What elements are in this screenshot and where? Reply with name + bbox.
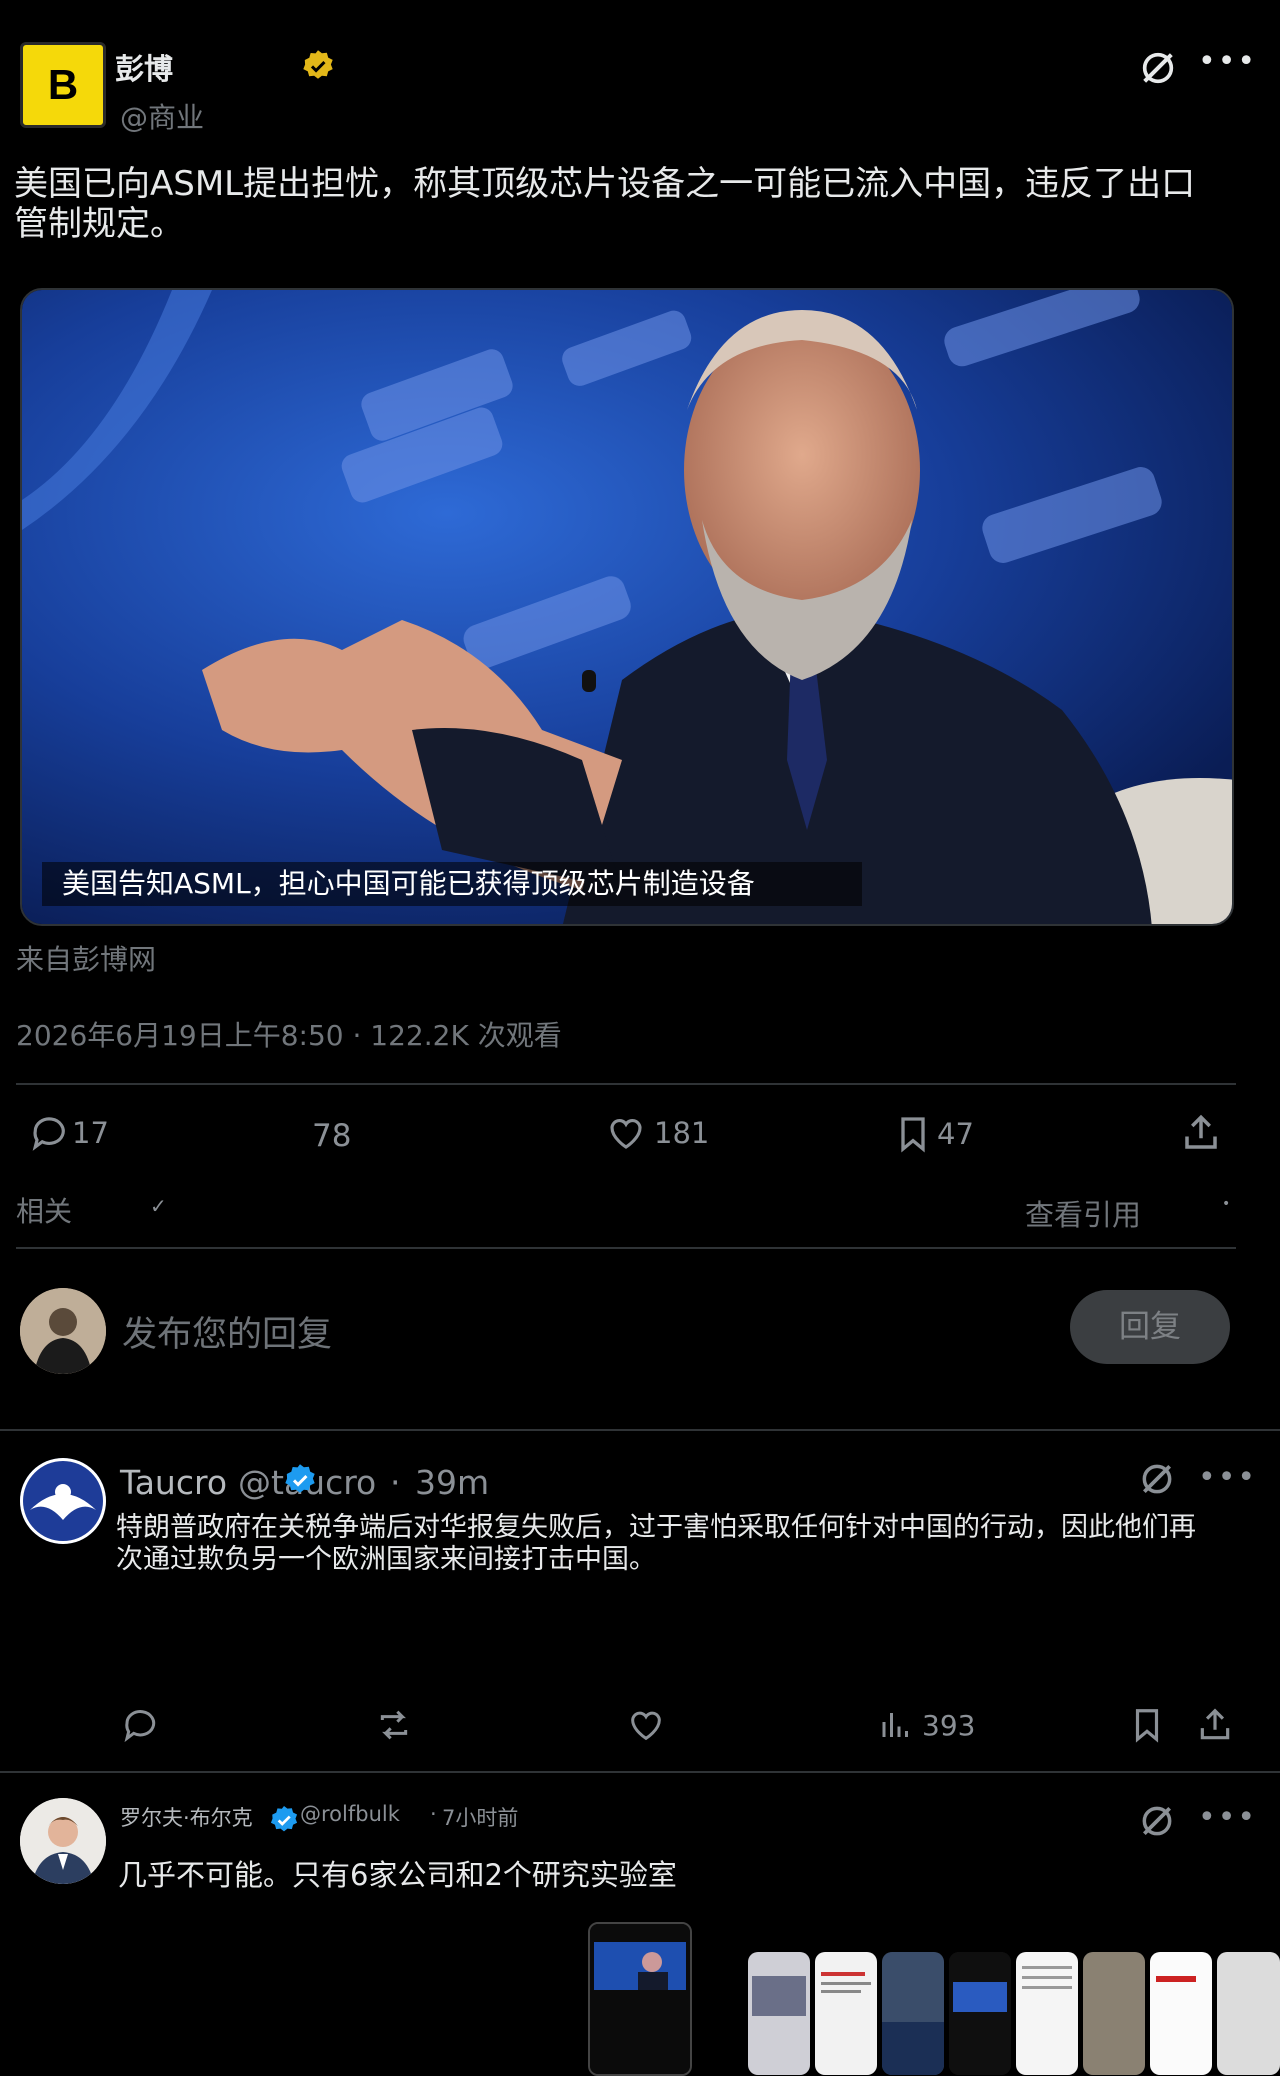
image-caption: 美国告知ASML，担心中国可能已获得顶级芯片制造设备 xyxy=(62,867,755,900)
divider xyxy=(0,1771,1280,1773)
bookmark-icon[interactable] xyxy=(1128,1705,1166,1745)
thumbnail-4[interactable] xyxy=(949,1952,1011,2075)
view-quotes-link[interactable]: 查看引用 xyxy=(1025,1192,1141,1234)
thumbnail-8[interactable] xyxy=(1217,1952,1280,2075)
bookmark-count: 47 xyxy=(937,1117,974,1151)
dot-separator: · xyxy=(430,1802,437,1826)
reply-author-handle[interactable]: @rolfbulk xyxy=(300,1802,400,1826)
reply-text: 几乎不可能。只有6家公司和2个研究实验室 xyxy=(118,1858,677,1892)
thumbnail-current[interactable] xyxy=(588,1922,692,2076)
dot-separator: · xyxy=(390,1463,401,1502)
bookmark-icon xyxy=(893,1112,933,1156)
author-handle[interactable]: @商业 xyxy=(120,96,204,136)
thumbnail-strip xyxy=(0,1900,1280,2076)
verified-badge-icon xyxy=(282,1462,318,1498)
heart-icon[interactable] xyxy=(626,1705,666,1745)
related-label[interactable]: 相关 xyxy=(16,1190,72,1230)
checkmark-icon: ✓ xyxy=(150,1194,167,1218)
thumbnail-6[interactable] xyxy=(1083,1952,1145,2075)
reply-avatar[interactable] xyxy=(20,1798,106,1884)
share-icon[interactable] xyxy=(1196,1705,1234,1745)
grok-icon[interactable] xyxy=(1138,48,1178,88)
repost-icon[interactable] xyxy=(374,1705,414,1745)
divider xyxy=(0,1429,1280,1431)
like-count: 181 xyxy=(654,1116,710,1150)
views-count: 393 xyxy=(922,1708,976,1742)
reply-button[interactable]: 17 xyxy=(30,1112,109,1154)
post-photo xyxy=(22,290,1232,924)
more-options-button[interactable]: ••• xyxy=(1198,1460,1257,1495)
reply-text: 特朗普政府在关税争端后对华报复失败后，过于害怕采取任何针对中国的行动，因此他们再… xyxy=(116,1512,1196,1575)
views-button[interactable]: 393 xyxy=(878,1705,975,1745)
thumbnail-5[interactable] xyxy=(1016,1952,1078,2075)
user-avatar[interactable] xyxy=(20,1288,106,1374)
reply-input[interactable]: 发布您的回复 xyxy=(122,1306,332,1357)
more-options-button[interactable]: ••• xyxy=(1198,44,1257,79)
gold-verified-badge-icon xyxy=(300,48,336,84)
author-name[interactable]: 彭博 xyxy=(115,46,173,88)
bookmark-button[interactable]: 47 xyxy=(893,1112,974,1156)
views-chart-icon xyxy=(878,1705,914,1745)
reply-time[interactable]: 7小时前 xyxy=(442,1802,518,1832)
verified-badge-icon xyxy=(268,1804,300,1836)
reply-icon[interactable] xyxy=(122,1705,162,1745)
thumbnail-3[interactable] xyxy=(882,1952,944,2075)
avatar-letter: B xyxy=(47,61,79,108)
dot-icon: • xyxy=(1222,1196,1231,1212)
reply-author-name[interactable]: Taucro xyxy=(120,1463,227,1502)
grok-icon[interactable] xyxy=(1138,1460,1176,1498)
source-link[interactable]: 来自彭博网 xyxy=(16,938,156,978)
post-meta: 2026年6月19日上午8:50 · 122.2K 次观看 xyxy=(16,1019,562,1052)
divider xyxy=(16,1247,1236,1249)
thumbnail-2[interactable] xyxy=(815,1952,877,2075)
grok-icon[interactable] xyxy=(1138,1802,1176,1840)
divider xyxy=(16,1083,1236,1085)
reply-avatar[interactable] xyxy=(20,1458,106,1544)
post-text: 美国已向ASML提出担忧，称其顶级芯片设备之一可能已流入中国，违反了出口管制规定… xyxy=(14,164,1196,244)
reply-icon xyxy=(30,1112,72,1154)
reply-submit-button[interactable]: 回复 xyxy=(1070,1290,1230,1364)
like-button[interactable]: 181 xyxy=(604,1112,709,1154)
heart-icon xyxy=(604,1112,648,1154)
author-avatar[interactable]: B xyxy=(20,42,106,128)
thumbnail-1[interactable] xyxy=(748,1952,810,2075)
post-image[interactable]: 美国告知ASML，担心中国可能已获得顶级芯片制造设备 xyxy=(20,288,1234,926)
thumbnail-7[interactable] xyxy=(1150,1952,1212,2075)
share-icon[interactable] xyxy=(1180,1112,1222,1154)
reply-count: 17 xyxy=(72,1116,109,1150)
repost-count[interactable]: 78 xyxy=(312,1118,351,1154)
reply-author-name[interactable]: 罗尔夫·布尔克 xyxy=(120,1802,253,1832)
more-options-button[interactable]: ••• xyxy=(1198,1800,1257,1835)
reply-time[interactable]: 39m xyxy=(415,1463,489,1502)
